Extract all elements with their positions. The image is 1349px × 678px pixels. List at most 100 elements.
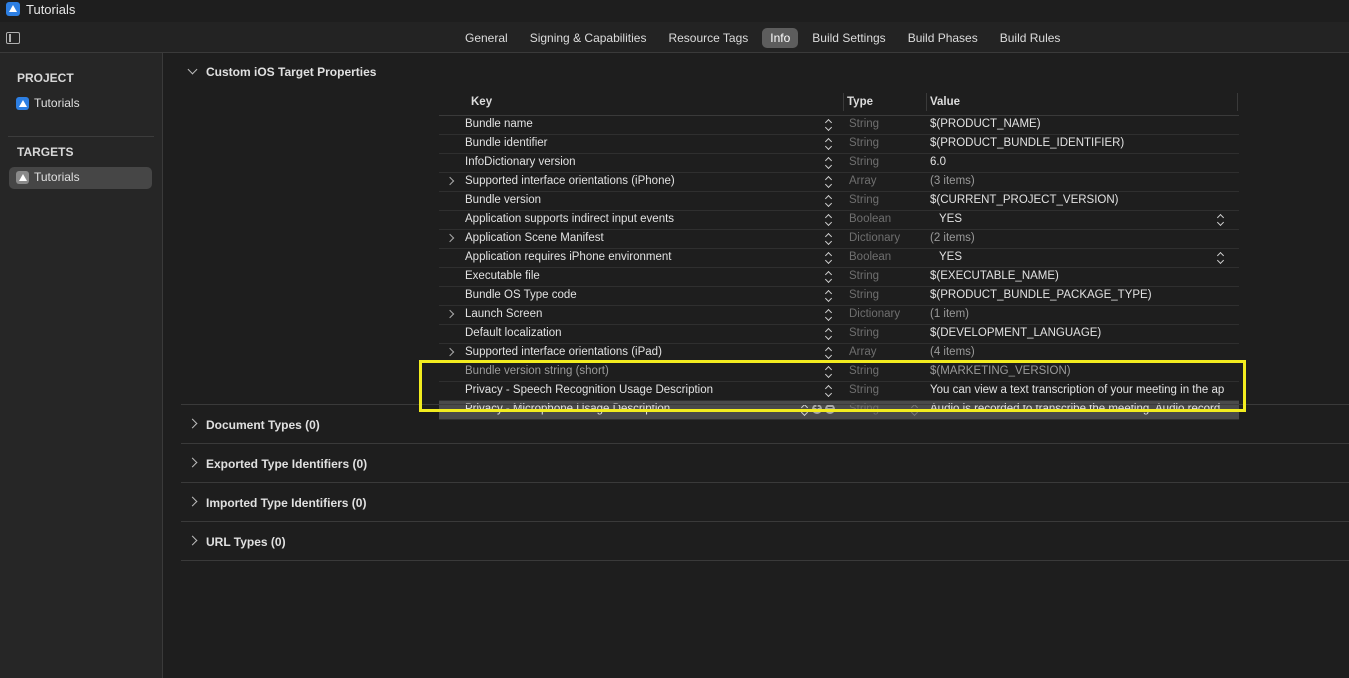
- row-value[interactable]: 6.0: [930, 156, 1234, 168]
- chevron-right-icon[interactable]: [187, 496, 198, 507]
- row-value[interactable]: $(EXECUTABLE_NAME): [930, 270, 1234, 282]
- tab-build-phases[interactable]: Build Phases: [900, 28, 986, 48]
- table-row[interactable]: Application supports indirect input even…: [439, 211, 1239, 230]
- disclosure-chevron-icon[interactable]: [445, 233, 455, 243]
- row-type: String: [849, 327, 880, 339]
- section-url-types[interactable]: URL Types (0): [206, 535, 286, 549]
- row-value: (2 items): [930, 232, 975, 244]
- section-divider: [181, 482, 1349, 483]
- type-stepper-icon[interactable]: [911, 404, 919, 416]
- section-imported-type-identifiers[interactable]: Imported Type Identifiers (0): [206, 496, 366, 510]
- key-stepper-icon[interactable]: [825, 233, 833, 245]
- row-value[interactable]: $(PRODUCT_BUNDLE_IDENTIFIER): [930, 137, 1234, 149]
- row-type: Array: [849, 346, 877, 358]
- table-row[interactable]: Bundle name String $(PRODUCT_NAME): [439, 116, 1239, 135]
- column-type[interactable]: Type: [847, 96, 873, 108]
- tab-build-settings[interactable]: Build Settings: [804, 28, 893, 48]
- row-value: (4 items): [930, 346, 975, 358]
- table-row[interactable]: InfoDictionary version String 6.0: [439, 154, 1239, 173]
- row-type: String: [849, 118, 880, 130]
- row-type: Dictionary: [849, 308, 901, 320]
- key-stepper-icon[interactable]: [825, 119, 833, 131]
- value-popup-icon[interactable]: [1217, 252, 1225, 264]
- table-row[interactable]: Bundle identifier String $(PRODUCT_BUNDL…: [439, 135, 1239, 154]
- chevron-right-icon[interactable]: [187, 457, 198, 468]
- column-value[interactable]: Value: [930, 96, 960, 108]
- key-stepper-icon[interactable]: [825, 328, 833, 340]
- row-key: Default localization: [465, 327, 562, 339]
- key-stepper-icon[interactable]: [825, 347, 833, 359]
- key-stepper-icon[interactable]: [825, 252, 833, 264]
- table-row[interactable]: Supported interface orientations (iPad) …: [439, 344, 1239, 363]
- section-divider: [181, 404, 1349, 405]
- tab-resource-tags[interactable]: Resource Tags: [660, 28, 756, 48]
- row-value[interactable]: You can view a text transcription of you…: [930, 384, 1234, 396]
- disclosure-chevron-icon[interactable]: [445, 309, 455, 319]
- disclosure-chevron-icon[interactable]: [445, 347, 455, 357]
- sidebar-item-target[interactable]: Tutorials: [9, 167, 152, 189]
- key-stepper-icon[interactable]: [825, 157, 833, 169]
- tab-signing-capabilities[interactable]: Signing & Capabilities: [522, 28, 655, 48]
- sidebar-item-project[interactable]: Tutorials: [9, 93, 152, 115]
- row-key: Executable file: [465, 270, 540, 282]
- key-stepper-icon[interactable]: [825, 366, 833, 378]
- row-type: String: [849, 289, 880, 301]
- column-key[interactable]: Key: [471, 96, 492, 108]
- table-row[interactable]: Default localization String $(DEVELOPMEN…: [439, 325, 1239, 344]
- section-divider: [181, 443, 1349, 444]
- key-stepper-icon[interactable]: [825, 385, 833, 397]
- table-row[interactable]: Launch Screen Dictionary (1 item): [439, 306, 1239, 325]
- sidebar-item-label: Tutorials: [34, 96, 80, 110]
- table-row[interactable]: Executable file String $(EXECUTABLE_NAME…: [439, 268, 1239, 287]
- sidebar-toggle-icon[interactable]: [6, 32, 20, 44]
- key-stepper-icon[interactable]: [825, 271, 833, 283]
- row-value[interactable]: $(PRODUCT_BUNDLE_PACKAGE_TYPE): [930, 289, 1234, 301]
- table-row[interactable]: Bundle OS Type code String $(PRODUCT_BUN…: [439, 287, 1239, 306]
- value-popup-icon[interactable]: [1217, 214, 1225, 226]
- chevron-right-icon[interactable]: [187, 418, 198, 429]
- row-key: Launch Screen: [465, 308, 543, 320]
- tab-info[interactable]: Info: [762, 28, 799, 48]
- key-stepper-icon[interactable]: [825, 176, 833, 188]
- table-row[interactable]: Application Scene Manifest Dictionary (2…: [439, 230, 1239, 249]
- key-stepper-icon[interactable]: [801, 404, 809, 416]
- row-type: String: [849, 384, 880, 396]
- property-list-table: Key Type Value Bundle name String $(PROD…: [439, 91, 1239, 420]
- project-sidebar: PROJECT Tutorials TARGETS Tutorials: [0, 53, 163, 678]
- project-header: PROJECT: [17, 71, 74, 85]
- row-value[interactable]: $(DEVELOPMENT_LANGUAGE): [930, 327, 1234, 339]
- row-value: (3 items): [930, 175, 975, 187]
- tab-build-rules[interactable]: Build Rules: [992, 28, 1069, 48]
- row-value-select[interactable]: YES: [939, 213, 1243, 225]
- table-row[interactable]: Supported interface orientations (iPhone…: [439, 173, 1239, 192]
- app-icon: [6, 2, 20, 16]
- remove-row-icon[interactable]: −: [825, 404, 835, 414]
- editor-tabs: General Signing & Capabilities Resource …: [457, 28, 1074, 48]
- info-editor: Custom iOS Target Properties Key Type Va…: [163, 53, 1349, 678]
- targets-header: TARGETS: [17, 145, 74, 159]
- section-exported-type-identifiers[interactable]: Exported Type Identifiers (0): [206, 457, 367, 471]
- row-value[interactable]: $(MARKETING_VERSION): [930, 365, 1234, 377]
- row-value[interactable]: $(CURRENT_PROJECT_VERSION): [930, 194, 1234, 206]
- key-stepper-icon[interactable]: [825, 309, 833, 321]
- table-row[interactable]: Privacy - Speech Recognition Usage Descr…: [439, 382, 1239, 401]
- tab-general[interactable]: General: [457, 28, 516, 48]
- table-row[interactable]: Bundle version string (short) String $(M…: [439, 363, 1239, 382]
- key-stepper-icon[interactable]: [825, 138, 833, 150]
- row-value-select[interactable]: YES: [939, 251, 1243, 263]
- section-document-types[interactable]: Document Types (0): [206, 418, 320, 432]
- row-value[interactable]: $(PRODUCT_NAME): [930, 118, 1234, 130]
- chevron-down-icon[interactable]: [187, 64, 198, 75]
- key-stepper-icon[interactable]: [825, 195, 833, 207]
- add-row-icon[interactable]: +: [812, 404, 822, 414]
- column-divider: [1237, 93, 1238, 111]
- section-custom-properties[interactable]: Custom iOS Target Properties: [206, 65, 376, 79]
- key-stepper-icon[interactable]: [825, 290, 833, 302]
- table-row[interactable]: Bundle version String $(CURRENT_PROJECT_…: [439, 192, 1239, 211]
- chevron-right-icon[interactable]: [187, 535, 198, 546]
- table-row[interactable]: Application requires iPhone environment …: [439, 249, 1239, 268]
- key-stepper-icon[interactable]: [825, 214, 833, 226]
- disclosure-chevron-icon[interactable]: [445, 176, 455, 186]
- row-type: String: [849, 137, 880, 149]
- sidebar-item-label: Tutorials: [34, 170, 80, 184]
